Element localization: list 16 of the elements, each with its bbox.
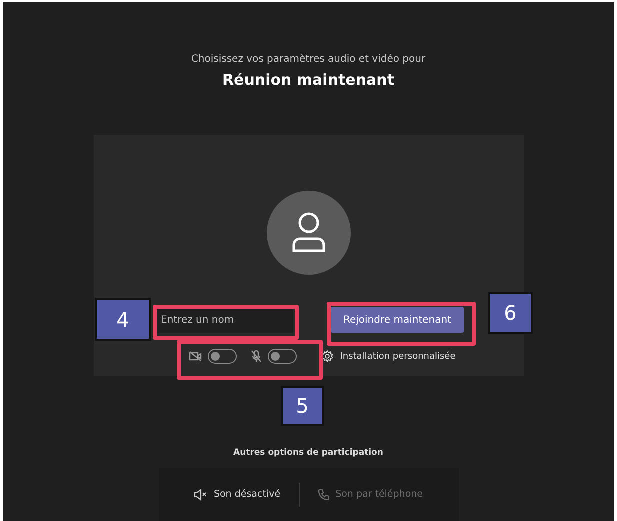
phone-icon	[318, 488, 330, 500]
callout-number: 5	[281, 386, 324, 426]
microphone-off-icon	[251, 350, 262, 363]
settings-icon	[321, 350, 334, 363]
speaker-mute-icon	[194, 488, 208, 500]
callout-number: 4	[95, 298, 151, 341]
camera-off-icon	[189, 351, 202, 362]
subtitle: Choisissez vos paramètres audio et vidéo pour	[191, 54, 426, 65]
toggle-switch[interactable]	[208, 349, 238, 364]
section-heading: Autres options de participation	[234, 448, 384, 458]
callout-number: 6	[488, 292, 533, 334]
settings-link[interactable]: Installation personnalisée	[340, 352, 456, 362]
meeting-title: Réunion maintenant	[222, 71, 394, 89]
toggle-switch[interactable]	[268, 349, 298, 364]
join-option[interactable]: Son désactivé	[176, 488, 299, 500]
join-button[interactable]: Rejoindre maintenant	[331, 307, 464, 333]
